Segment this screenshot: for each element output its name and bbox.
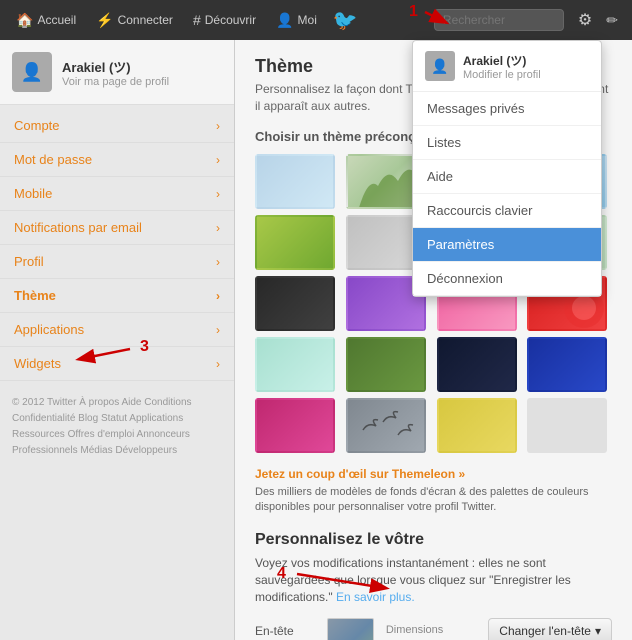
sidebar-item-mobile[interactable]: Mobile › (0, 177, 234, 211)
theme-swatch-navy[interactable] (527, 337, 607, 392)
header-info-line1: Dimensions minimales de 1252×626 (386, 618, 476, 640)
twitter-bird-icon: 🐦 (333, 8, 358, 33)
chevron-icon: › (216, 323, 220, 337)
sidebar-item-compte[interactable]: Compte › (0, 109, 234, 143)
dropdown-messages[interactable]: Messages privés (413, 92, 601, 126)
dropdown-avatar: 👤 (425, 51, 455, 81)
chevron-icon: › (216, 187, 220, 201)
sidebar-item-profil[interactable]: Profil › (0, 245, 234, 279)
theme-swatch-dark[interactable] (255, 276, 335, 331)
sidebar-item-widgets[interactable]: Widgets › (0, 347, 234, 381)
home-icon: 🏠 (16, 12, 33, 29)
top-nav: 🏠 Accueil ⚡ Connecter # Découvrir 👤 Moi … (0, 0, 632, 40)
nav-moi[interactable]: 👤 Moi (268, 8, 325, 33)
sidebar-item-motdepasse[interactable]: Mot de passe › (0, 143, 234, 177)
sidebar-item-applications[interactable]: Applications › (0, 313, 234, 347)
theme-swatch-sky[interactable] (255, 154, 335, 209)
settings-icon[interactable]: ⚙ (572, 6, 598, 34)
header-actions: ⚙ ✏ (572, 6, 624, 34)
profile-name: Arakiel (ツ) (62, 57, 169, 76)
nav-accueil[interactable]: 🏠 Accueil (8, 8, 84, 33)
dropdown-edit-profile[interactable]: Modifier le profil (463, 69, 541, 81)
sidebar-nav: Compte › Mot de passe › Mobile › Notific… (0, 105, 234, 385)
header-label: En-tête (255, 618, 315, 638)
profile-link[interactable]: Voir ma page de profil (62, 76, 169, 88)
chevron-icon: › (216, 289, 220, 303)
dropdown-listes[interactable]: Listes (413, 126, 601, 160)
sidebar-profile[interactable]: 👤 Arakiel (ツ) Voir ma page de profil (0, 40, 234, 105)
theme-swatch-leaves[interactable] (255, 215, 335, 270)
chevron-icon: › (216, 119, 220, 133)
dropdown-raccourcis[interactable]: Raccourcis clavier (413, 194, 601, 228)
user-icon: 👤 (276, 12, 293, 29)
themeleon-link[interactable]: Jetez un coup d'œil sur Themeleon » (255, 467, 612, 481)
theme-swatch-empty[interactable] (527, 398, 607, 453)
themeleon-desc: Des milliers de modèles de fonds d'écran… (255, 485, 612, 516)
dropdown-profile-header[interactable]: 👤 Arakiel (ツ) Modifier le profil (413, 41, 601, 92)
avatar: 👤 (12, 52, 52, 92)
dropdown-username: Arakiel (ツ) (463, 52, 541, 69)
sidebar-item-theme[interactable]: Thème › (0, 279, 234, 313)
dropdown-parametres[interactable]: Paramètres (413, 228, 601, 262)
customize-desc: Voyez vos modifications instantanément :… (255, 555, 612, 605)
compose-icon[interactable]: ✏ (600, 8, 624, 33)
nav-decouvrir[interactable]: # Découvrir (185, 8, 264, 32)
nav-connecter[interactable]: ⚡ Connecter (88, 8, 181, 33)
sidebar: 👤 Arakiel (ツ) Voir ma page de profil Com… (0, 40, 235, 640)
svg-text:1: 1 (409, 3, 418, 20)
theme-swatch-mint[interactable] (255, 337, 335, 392)
header-preview (327, 618, 374, 640)
chevron-icon: › (216, 153, 220, 167)
chevron-icon: › (216, 255, 220, 269)
chevron-icon: › (216, 357, 220, 371)
change-header-button[interactable]: Changer l'en-tête ▾ (488, 618, 612, 640)
dropdown-deconnexion[interactable]: Déconnexion (413, 262, 601, 296)
en-savoir-plus-link[interactable]: En savoir plus. (336, 590, 415, 604)
theme-swatch-dark-navy[interactable] (437, 337, 517, 392)
chevron-icon: › (216, 221, 220, 235)
user-dropdown: 👤 Arakiel (ツ) Modifier le profil Message… (412, 40, 602, 297)
theme-swatch-birds[interactable] (346, 398, 426, 453)
dropdown-aide[interactable]: Aide (413, 160, 601, 194)
hash-icon: # (193, 12, 201, 28)
connect-icon: ⚡ (96, 12, 113, 29)
theme-swatch-yellow[interactable] (437, 398, 517, 453)
dropdown-chevron-icon: ▾ (595, 624, 601, 638)
sidebar-footer: © 2012 Twitter À propos Aide Conditions … (0, 385, 234, 469)
customize-title: Personnalisez le vôtre (255, 531, 612, 549)
search-input[interactable] (434, 9, 564, 31)
sidebar-item-notifications[interactable]: Notifications par email › (0, 211, 234, 245)
theme-swatch-green-dots[interactable] (346, 337, 426, 392)
theme-swatch-magenta[interactable] (255, 398, 335, 453)
header-section: En-tête Dimensions minimales de 1252×626… (255, 618, 612, 640)
